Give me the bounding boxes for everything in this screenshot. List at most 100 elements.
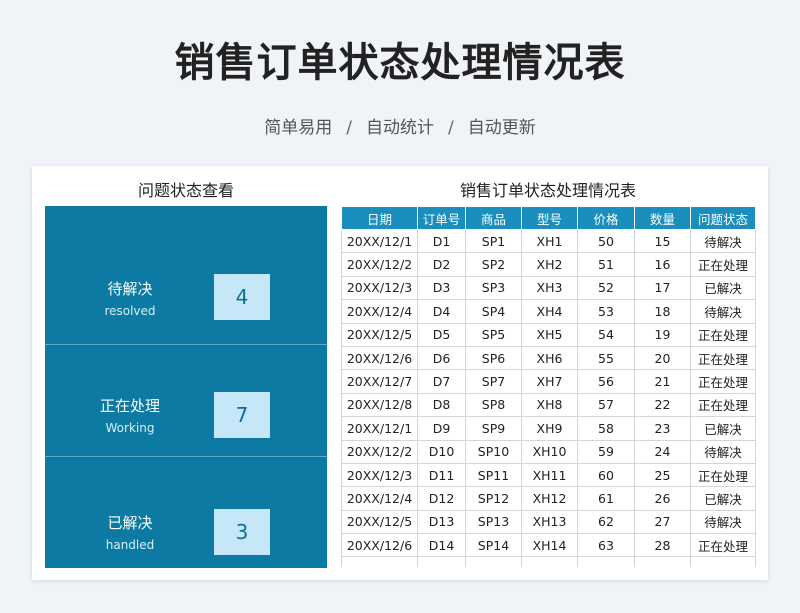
cell-date[interactable]: 20XX/12/4 (341, 486, 418, 511)
empty-cell[interactable] (417, 556, 466, 567)
cell-date[interactable]: 20XX/12/3 (341, 275, 418, 301)
cell-quantity[interactable]: 27 (634, 509, 691, 535)
cell-order-no[interactable]: D5 (417, 322, 466, 347)
cell-status[interactable]: 待解决 (690, 299, 756, 324)
cell-price[interactable]: 63 (577, 533, 635, 558)
cell-status[interactable]: 待解决 (690, 509, 756, 535)
cell-product[interactable]: SP3 (465, 275, 522, 301)
cell-price[interactable]: 53 (577, 299, 635, 324)
cell-model[interactable]: XH6 (521, 345, 578, 371)
cell-quantity[interactable]: 23 (634, 416, 691, 441)
cell-date[interactable]: 20XX/12/4 (341, 299, 418, 324)
cell-model[interactable]: XH2 (521, 252, 578, 277)
cell-product[interactable]: SP8 (465, 392, 522, 418)
cell-status[interactable]: 已解决 (690, 275, 756, 301)
cell-order-no[interactable]: D8 (417, 392, 466, 418)
cell-order-no[interactable]: D2 (417, 252, 466, 277)
cell-price[interactable]: 51 (577, 252, 635, 277)
cell-date[interactable]: 20XX/12/6 (341, 533, 418, 558)
cell-order-no[interactable]: D7 (417, 369, 466, 394)
cell-price[interactable]: 62 (577, 509, 635, 535)
cell-quantity[interactable]: 25 (634, 462, 691, 488)
cell-date[interactable]: 20XX/12/2 (341, 439, 418, 464)
cell-quantity[interactable]: 17 (634, 275, 691, 301)
cell-product[interactable]: SP11 (465, 462, 522, 488)
cell-price[interactable]: 61 (577, 486, 635, 511)
cell-quantity[interactable]: 18 (634, 299, 691, 324)
cell-quantity[interactable]: 26 (634, 486, 691, 511)
cell-price[interactable]: 54 (577, 322, 635, 347)
cell-date[interactable]: 20XX/12/7 (341, 369, 418, 394)
cell-status[interactable]: 正在处理 (690, 533, 756, 558)
empty-cell[interactable] (690, 556, 756, 567)
cell-model[interactable]: XH12 (521, 486, 578, 511)
cell-status[interactable]: 待解决 (690, 228, 756, 254)
cell-date[interactable]: 20XX/12/1 (341, 416, 418, 441)
cell-model[interactable]: XH8 (521, 392, 578, 418)
cell-model[interactable]: XH3 (521, 275, 578, 301)
cell-price[interactable]: 60 (577, 462, 635, 488)
cell-product[interactable]: SP13 (465, 509, 522, 535)
cell-price[interactable]: 57 (577, 392, 635, 418)
cell-model[interactable]: XH14 (521, 533, 578, 558)
cell-price[interactable]: 52 (577, 275, 635, 301)
cell-order-no[interactable]: D4 (417, 299, 466, 324)
cell-quantity[interactable]: 24 (634, 439, 691, 464)
cell-product[interactable]: SP10 (465, 439, 522, 464)
cell-order-no[interactable]: D6 (417, 345, 466, 371)
cell-price[interactable]: 58 (577, 416, 635, 441)
cell-order-no[interactable]: D9 (417, 416, 466, 441)
cell-product[interactable]: SP6 (465, 345, 522, 371)
cell-product[interactable]: SP9 (465, 416, 522, 441)
cell-price[interactable]: 55 (577, 345, 635, 371)
cell-status[interactable]: 正在处理 (690, 462, 756, 488)
cell-model[interactable]: XH7 (521, 369, 578, 394)
cell-price[interactable]: 59 (577, 439, 635, 464)
cell-quantity[interactable]: 22 (634, 392, 691, 418)
cell-model[interactable]: XH1 (521, 228, 578, 254)
cell-date[interactable]: 20XX/12/5 (341, 322, 418, 347)
cell-product[interactable]: SP4 (465, 299, 522, 324)
cell-quantity[interactable]: 16 (634, 252, 691, 277)
cell-price[interactable]: 56 (577, 369, 635, 394)
cell-status[interactable]: 正在处理 (690, 369, 756, 394)
cell-date[interactable]: 20XX/12/3 (341, 462, 418, 488)
cell-date[interactable]: 20XX/12/8 (341, 392, 418, 418)
cell-product[interactable]: SP2 (465, 252, 522, 277)
cell-status[interactable]: 正在处理 (690, 252, 756, 277)
empty-cell[interactable] (465, 556, 522, 567)
cell-price[interactable]: 50 (577, 228, 635, 254)
cell-model[interactable]: XH5 (521, 322, 578, 347)
cell-product[interactable]: SP14 (465, 533, 522, 558)
empty-cell[interactable] (634, 556, 691, 567)
cell-model[interactable]: XH10 (521, 439, 578, 464)
cell-model[interactable]: XH13 (521, 509, 578, 535)
cell-order-no[interactable]: D13 (417, 509, 466, 535)
cell-order-no[interactable]: D11 (417, 462, 466, 488)
cell-order-no[interactable]: D3 (417, 275, 466, 301)
cell-date[interactable]: 20XX/12/5 (341, 509, 418, 535)
cell-model[interactable]: XH4 (521, 299, 578, 324)
cell-date[interactable]: 20XX/12/1 (341, 228, 418, 254)
cell-status[interactable]: 正在处理 (690, 392, 756, 418)
cell-date[interactable]: 20XX/12/6 (341, 345, 418, 371)
cell-status[interactable]: 正在处理 (690, 345, 756, 371)
cell-date[interactable]: 20XX/12/2 (341, 252, 418, 277)
cell-status[interactable]: 待解决 (690, 439, 756, 464)
cell-status[interactable]: 已解决 (690, 486, 756, 511)
cell-quantity[interactable]: 20 (634, 345, 691, 371)
cell-quantity[interactable]: 19 (634, 322, 691, 347)
cell-product[interactable]: SP7 (465, 369, 522, 394)
empty-cell[interactable] (341, 556, 418, 567)
cell-status[interactable]: 正在处理 (690, 322, 756, 347)
cell-order-no[interactable]: D14 (417, 533, 466, 558)
cell-quantity[interactable]: 15 (634, 228, 691, 254)
cell-product[interactable]: SP5 (465, 322, 522, 347)
empty-cell[interactable] (577, 556, 635, 567)
cell-product[interactable]: SP1 (465, 228, 522, 254)
cell-order-no[interactable]: D1 (417, 228, 466, 254)
cell-order-no[interactable]: D10 (417, 439, 466, 464)
cell-quantity[interactable]: 28 (634, 533, 691, 558)
cell-order-no[interactable]: D12 (417, 486, 466, 511)
cell-product[interactable]: SP12 (465, 486, 522, 511)
